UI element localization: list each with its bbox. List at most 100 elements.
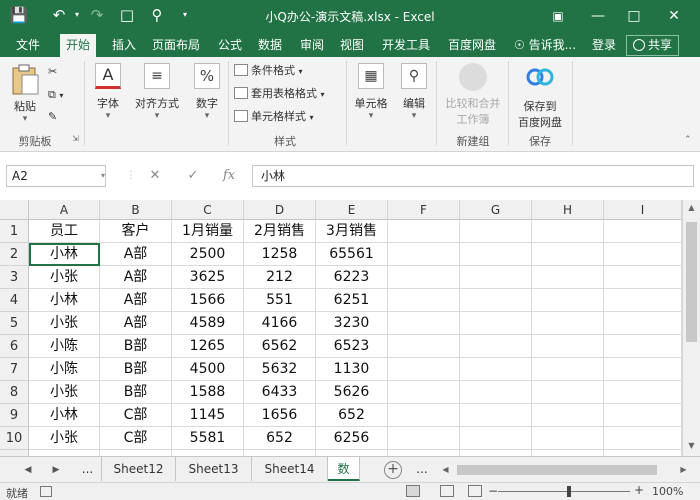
sheet-tab[interactable]: Sheet13 xyxy=(176,457,252,481)
cell[interactable] xyxy=(532,381,604,404)
cell[interactable] xyxy=(532,335,604,358)
page-break-view-icon[interactable] xyxy=(468,485,482,497)
tab-review[interactable]: 审阅 xyxy=(294,34,330,57)
cell[interactable] xyxy=(604,404,682,427)
cell[interactable]: 1145 xyxy=(172,404,244,427)
editing-dropdown-icon[interactable]: ▾ xyxy=(396,111,432,121)
paste-dropdown-icon[interactable]: ▾ xyxy=(8,114,42,124)
format-as-table-button[interactable]: 套用表格格式 ▾ xyxy=(234,85,325,103)
row-header[interactable]: 9 xyxy=(0,404,29,427)
column-header[interactable]: H xyxy=(532,200,604,220)
cell[interactable]: A部 xyxy=(100,312,172,335)
customize-toolbar-icon[interactable]: ▾ xyxy=(174,4,196,26)
alignment-dropdown-icon[interactable]: ▾ xyxy=(132,111,182,121)
cells-dropdown-icon[interactable]: ▾ xyxy=(350,111,392,121)
row-header[interactable]: 3 xyxy=(0,266,29,289)
new-file-icon[interactable]: □ xyxy=(116,4,138,26)
cell[interactable]: A部 xyxy=(100,289,172,312)
row-header[interactable]: 1 xyxy=(0,220,29,243)
formula-input[interactable]: 小林 xyxy=(252,165,694,187)
tab-view[interactable]: 视图 xyxy=(334,34,370,57)
cell[interactable]: 6256 xyxy=(316,427,388,450)
tab-data[interactable]: 数据 xyxy=(252,34,288,57)
cell[interactable]: 3月销售 xyxy=(316,220,388,243)
cell[interactable]: 小张 xyxy=(29,312,100,335)
cell[interactable]: 652 xyxy=(244,427,316,450)
cell[interactable]: 员工 xyxy=(29,220,100,243)
cell[interactable] xyxy=(532,358,604,381)
cell[interactable] xyxy=(460,381,532,404)
ribbon-options-icon[interactable]: ▣ xyxy=(540,0,576,32)
tab-home[interactable]: 开始 xyxy=(60,34,97,57)
cell[interactable] xyxy=(388,220,460,243)
zoom-slider-knob[interactable] xyxy=(567,486,571,497)
cell[interactable]: A部 xyxy=(100,266,172,289)
cell[interactable]: C部 xyxy=(100,427,172,450)
confirm-entry-icon[interactable]: ✓ xyxy=(180,165,206,187)
cut-icon[interactable]: ✂ xyxy=(48,63,57,81)
font-dropdown-icon[interactable]: ▾ xyxy=(90,111,126,121)
cell[interactable]: B部 xyxy=(100,335,172,358)
cell[interactable]: 1月销量 xyxy=(172,220,244,243)
number-button[interactable]: % 数字 ▾ xyxy=(188,63,226,121)
cell[interactable]: 小陈 xyxy=(29,335,100,358)
cell[interactable]: 2月销售 xyxy=(244,220,316,243)
cell[interactable]: 6562 xyxy=(244,335,316,358)
compare-merge-button[interactable]: 比较和合并 工作簿 xyxy=(440,63,506,127)
row-header[interactable]: 6 xyxy=(0,335,29,358)
cell[interactable]: 小林 xyxy=(29,404,100,427)
cell[interactable]: 212 xyxy=(244,266,316,289)
cell[interactable] xyxy=(460,335,532,358)
cell[interactable]: 客户 xyxy=(100,220,172,243)
sheet-prev-icon[interactable]: ◀ xyxy=(18,461,38,479)
column-header[interactable]: F xyxy=(388,200,460,220)
macro-record-icon[interactable] xyxy=(40,486,52,497)
zoom-level[interactable]: 100% xyxy=(652,485,683,498)
cell[interactable] xyxy=(460,312,532,335)
cell[interactable] xyxy=(460,289,532,312)
cell[interactable] xyxy=(460,266,532,289)
cell[interactable] xyxy=(388,427,460,450)
row-header[interactable]: 8 xyxy=(0,381,29,404)
format-painter-icon[interactable]: ✎ xyxy=(48,108,57,126)
cell[interactable] xyxy=(604,335,682,358)
sheet-next-icon[interactable]: ▶ xyxy=(46,461,66,479)
scroll-right-arrow-icon[interactable]: ▶ xyxy=(675,462,692,478)
number-dropdown-icon[interactable]: ▾ xyxy=(188,111,226,121)
cell[interactable]: 5626 xyxy=(316,381,388,404)
close-button[interactable]: ✕ xyxy=(656,0,692,32)
cell[interactable] xyxy=(532,243,604,266)
alignment-button[interactable]: ≡ 对齐方式 ▾ xyxy=(132,63,182,121)
row-header[interactable]: 7 xyxy=(0,358,29,381)
cell[interactable]: 5632 xyxy=(244,358,316,381)
cell[interactable]: 小张 xyxy=(29,266,100,289)
cell[interactable] xyxy=(460,358,532,381)
share-button[interactable]: 共享 xyxy=(626,35,680,56)
vertical-scrollbar[interactable]: ▲ ▼ xyxy=(682,200,700,456)
cell[interactable] xyxy=(604,312,682,335)
cell[interactable] xyxy=(604,220,682,243)
cell[interactable] xyxy=(604,243,682,266)
cancel-entry-icon[interactable]: ✕ xyxy=(142,165,168,187)
cell[interactable]: 652 xyxy=(316,404,388,427)
paste-button[interactable]: 粘贴 ▾ xyxy=(8,63,42,124)
cell[interactable] xyxy=(532,427,604,450)
cell[interactable]: 小张 xyxy=(29,381,100,404)
horizontal-scrollbar[interactable]: ◀ ▶ xyxy=(437,462,700,478)
sheet-ellipsis-right[interactable]: ... xyxy=(408,457,436,481)
cell[interactable] xyxy=(388,243,460,266)
save-to-baidu-button[interactable]: 保存到 百度网盘 xyxy=(512,63,568,130)
column-header[interactable]: G xyxy=(460,200,532,220)
cell[interactable] xyxy=(604,358,682,381)
cells-button[interactable]: ▦ 单元格 ▾ xyxy=(350,63,392,121)
cell[interactable] xyxy=(388,358,460,381)
cell[interactable]: 6251 xyxy=(316,289,388,312)
cell[interactable] xyxy=(604,381,682,404)
cell[interactable] xyxy=(460,220,532,243)
cell[interactable]: B部 xyxy=(100,381,172,404)
cell[interactable] xyxy=(388,312,460,335)
sheet-tab[interactable]: Sheet12 xyxy=(102,457,176,481)
cell[interactable] xyxy=(460,427,532,450)
cell[interactable]: 4166 xyxy=(244,312,316,335)
cell[interactable]: 4500 xyxy=(172,358,244,381)
